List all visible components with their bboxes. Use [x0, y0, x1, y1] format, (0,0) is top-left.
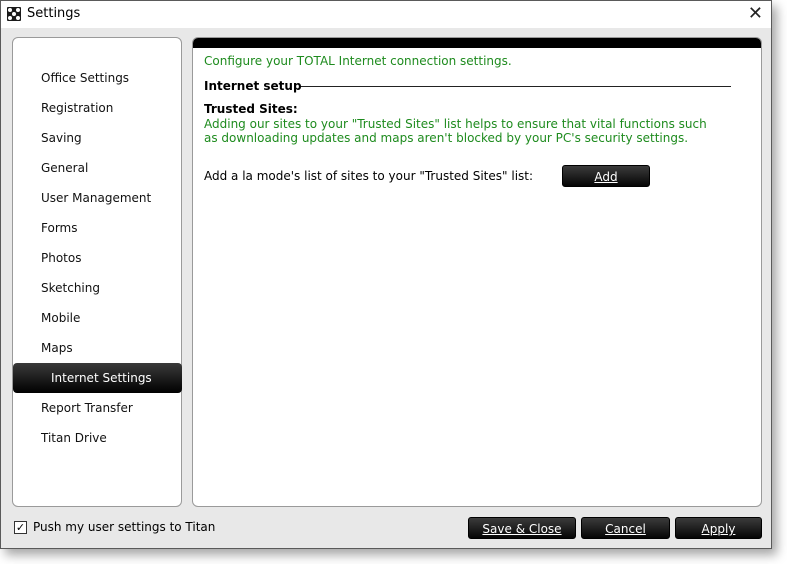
- settings-sidebar: Office Settings Registration Saving Gene…: [12, 37, 182, 507]
- settings-content-panel: Configure your TOTAL Internet connection…: [192, 37, 762, 507]
- push-settings-label: Push my user settings to Titan: [33, 520, 216, 534]
- add-trusted-sites-label: Add a la mode's list of sites to your "T…: [204, 169, 534, 183]
- section-divider: [301, 86, 731, 87]
- sidebar-item-general[interactable]: General: [13, 153, 181, 183]
- save-close-button[interactable]: Save & Close: [468, 517, 576, 539]
- sidebar-item-sketching[interactable]: Sketching: [13, 273, 181, 303]
- close-icon[interactable]: ✕: [748, 3, 763, 24]
- sidebar-item-titan-drive[interactable]: Titan Drive: [13, 423, 181, 453]
- trusted-sites-title: Trusted Sites:: [204, 102, 298, 116]
- panel-header-bar: [193, 38, 761, 48]
- sidebar-item-report-transfer[interactable]: Report Transfer: [13, 393, 181, 423]
- sidebar-item-photos[interactable]: Photos: [13, 243, 181, 273]
- panel-headline: Configure your TOTAL Internet connection…: [204, 54, 512, 68]
- title-bar: Settings ✕: [1, 1, 771, 28]
- push-settings-checkbox[interactable]: ✓: [14, 521, 27, 534]
- section-title: Internet setup: [204, 79, 302, 93]
- window-title: Settings: [27, 6, 81, 21]
- sidebar-item-registration[interactable]: Registration: [13, 93, 181, 123]
- add-button[interactable]: Add: [562, 165, 650, 187]
- sidebar-item-internet-settings[interactable]: Internet Settings: [13, 363, 182, 393]
- trusted-sites-description: Adding our sites to your "Trusted Sites"…: [204, 117, 707, 145]
- sidebar-item-office-settings[interactable]: Office Settings: [13, 63, 181, 93]
- cancel-button[interactable]: Cancel: [581, 517, 670, 539]
- sidebar-item-forms[interactable]: Forms: [13, 213, 181, 243]
- settings-window: Settings ✕ Office Settings Registration …: [0, 0, 772, 549]
- sidebar-item-maps[interactable]: Maps: [13, 333, 181, 363]
- apply-button[interactable]: Apply: [675, 517, 762, 539]
- app-icon: [7, 7, 21, 21]
- sidebar-item-mobile[interactable]: Mobile: [13, 303, 181, 333]
- sidebar-item-saving[interactable]: Saving: [13, 123, 181, 153]
- sidebar-item-user-management[interactable]: User Management: [13, 183, 181, 213]
